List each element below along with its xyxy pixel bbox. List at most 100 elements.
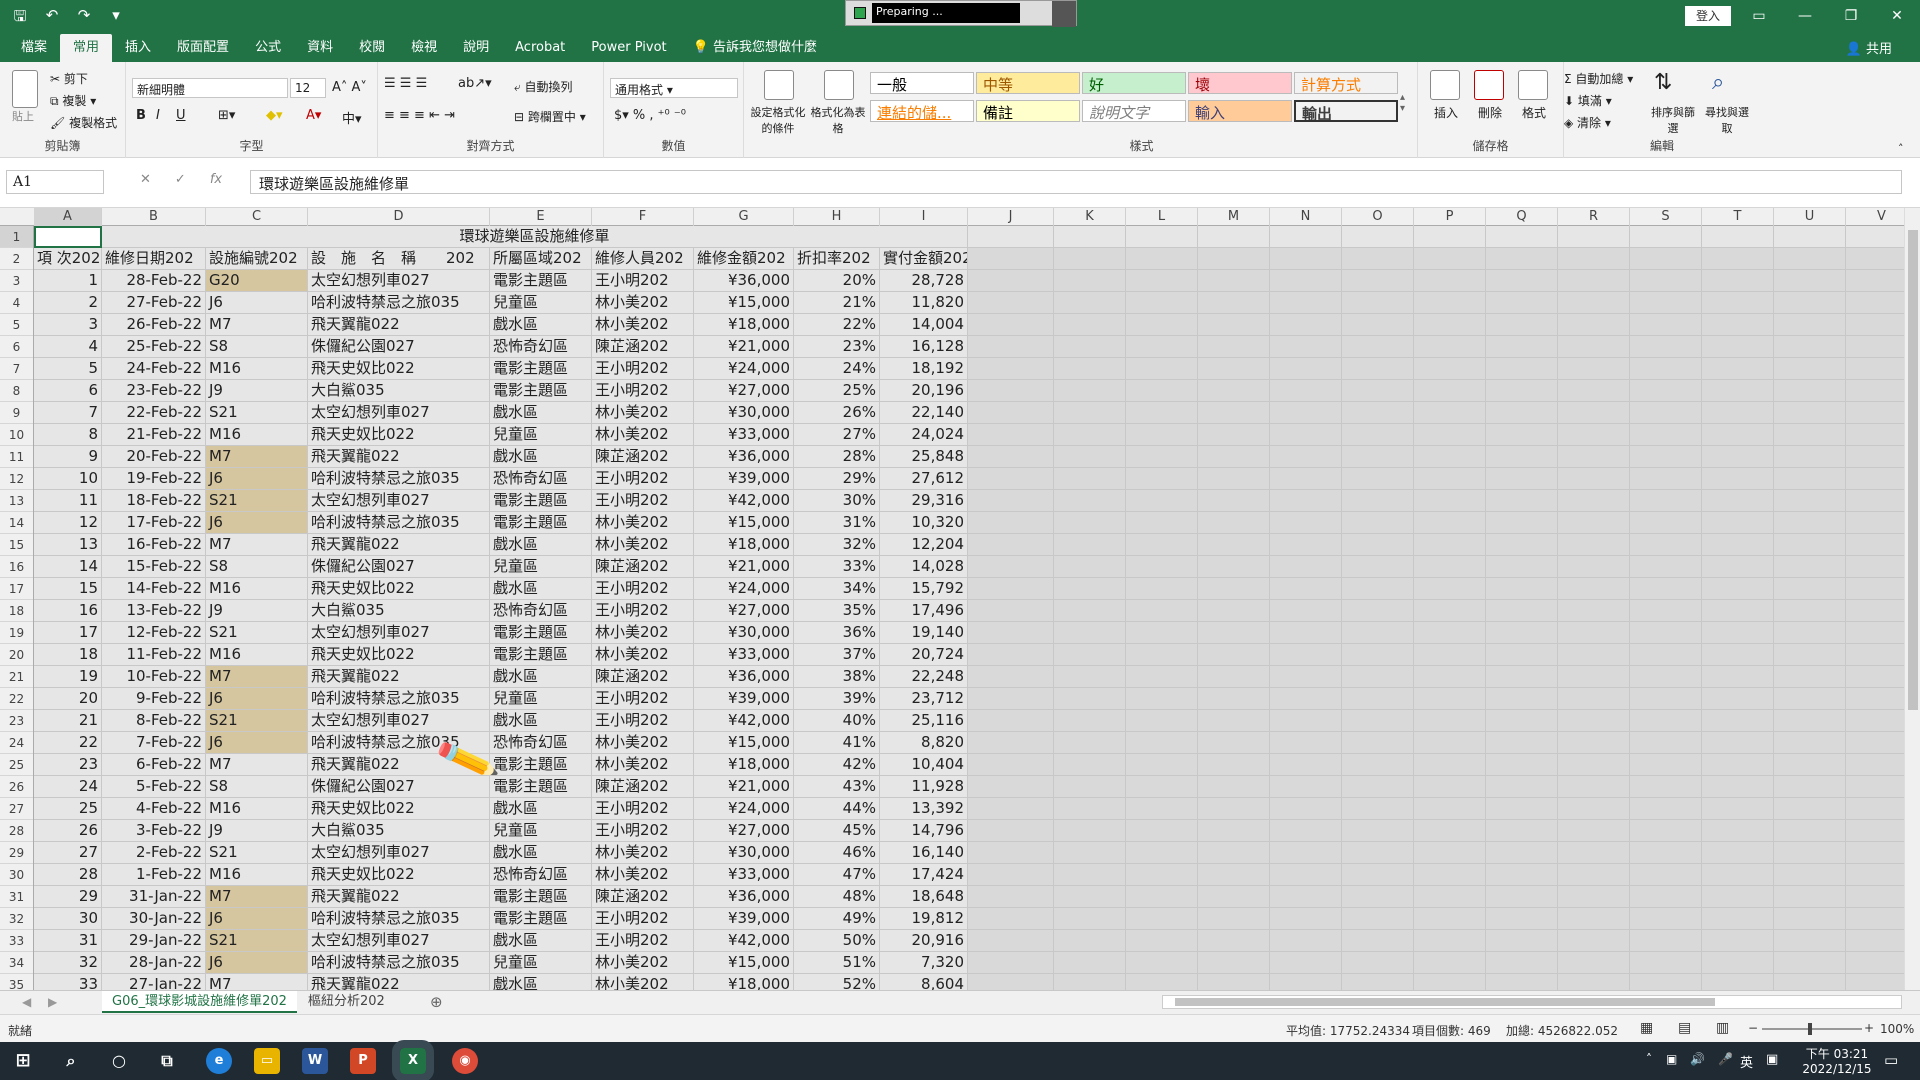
cell[interactable]	[1126, 490, 1198, 512]
cell[interactable]	[1342, 578, 1414, 600]
format-as-table-icon[interactable]	[824, 70, 854, 100]
cell[interactable]	[1414, 622, 1486, 644]
data-cell[interactable]: ¥21,000	[694, 776, 794, 798]
row-header[interactable]: 20	[0, 644, 33, 666]
data-cell[interactable]: 飛天史奴比022	[308, 644, 490, 666]
row-header[interactable]: 14	[0, 512, 33, 534]
cell[interactable]	[1486, 710, 1558, 732]
data-cell[interactable]: 44%	[794, 798, 880, 820]
cell[interactable]	[1630, 776, 1702, 798]
tab-10[interactable]: Power Pivot	[578, 34, 679, 62]
data-cell[interactable]: S21	[206, 490, 308, 512]
cell[interactable]	[1198, 358, 1270, 380]
data-cell[interactable]: 電影主題區	[490, 886, 592, 908]
cell[interactable]	[1126, 402, 1198, 424]
data-cell[interactable]: 太空幻想列車027	[308, 402, 490, 424]
data-cell[interactable]: 48%	[794, 886, 880, 908]
data-cell[interactable]: 21	[34, 710, 102, 732]
cell[interactable]	[1414, 402, 1486, 424]
cell[interactable]	[1270, 886, 1342, 908]
cell[interactable]	[1270, 424, 1342, 446]
cell-style-4[interactable]: 計算方式	[1294, 72, 1398, 94]
cell[interactable]	[1054, 534, 1126, 556]
cell[interactable]	[968, 600, 1054, 622]
data-cell[interactable]: 8	[34, 424, 102, 446]
cell[interactable]	[1558, 688, 1630, 710]
cell[interactable]	[1558, 776, 1630, 798]
data-cell[interactable]: 電影主題區	[490, 776, 592, 798]
data-cell[interactable]: 兒童區	[490, 820, 592, 842]
cell[interactable]	[1198, 732, 1270, 754]
cell[interactable]	[1054, 886, 1126, 908]
cell[interactable]	[1702, 886, 1774, 908]
cell[interactable]	[1270, 732, 1342, 754]
row-header[interactable]: 24	[0, 732, 33, 754]
gallery-more-icon[interactable]: ▴ ▾	[1400, 92, 1405, 114]
cell[interactable]	[1414, 666, 1486, 688]
orientation-icon[interactable]: ab↗▾	[458, 76, 492, 91]
row-header[interactable]: 35	[0, 974, 33, 990]
cell[interactable]	[1126, 798, 1198, 820]
cell[interactable]	[1774, 908, 1846, 930]
cell[interactable]	[968, 952, 1054, 974]
cell[interactable]	[1342, 226, 1414, 248]
next-sheet-icon[interactable]: ▶	[48, 995, 57, 1009]
cell[interactable]	[1774, 248, 1846, 270]
data-cell[interactable]: 13,392	[880, 798, 968, 820]
data-cell[interactable]: 30-Jan-22	[102, 908, 206, 930]
cell[interactable]	[1486, 622, 1558, 644]
data-cell[interactable]: 22%	[794, 314, 880, 336]
data-cell[interactable]: 29	[34, 886, 102, 908]
save-icon[interactable]: 🖫	[10, 6, 30, 31]
data-cell[interactable]: 28-Jan-22	[102, 952, 206, 974]
cell[interactable]	[1486, 534, 1558, 556]
data-cell[interactable]: 飛天翼龍022	[308, 974, 490, 990]
data-cell[interactable]: 38%	[794, 666, 880, 688]
cell[interactable]	[1630, 380, 1702, 402]
font-name-select[interactable]: 新細明體	[132, 78, 288, 98]
column-title[interactable]: 實付金額202	[880, 248, 968, 270]
cut-button[interactable]: ✂ 剪下	[50, 70, 88, 87]
data-cell[interactable]: 陳芷涵202	[592, 336, 694, 358]
data-cell[interactable]: 31	[34, 930, 102, 952]
cell[interactable]	[1270, 292, 1342, 314]
cell[interactable]	[1342, 622, 1414, 644]
collapse-ribbon-icon[interactable]: ˄	[1898, 142, 1904, 155]
data-cell[interactable]: 王小明202	[592, 490, 694, 512]
cell[interactable]	[1630, 578, 1702, 600]
enter-icon[interactable]: ✓	[175, 172, 186, 187]
data-cell[interactable]: 飛天翼龍022	[308, 314, 490, 336]
cell[interactable]	[1270, 336, 1342, 358]
cell[interactable]	[1342, 930, 1414, 952]
data-cell[interactable]: 4	[34, 336, 102, 358]
cell[interactable]	[1342, 402, 1414, 424]
insert-cells-icon[interactable]	[1430, 70, 1460, 100]
cell[interactable]	[1558, 578, 1630, 600]
data-cell[interactable]: 22,140	[880, 402, 968, 424]
data-cell[interactable]: ¥36,000	[694, 666, 794, 688]
cell[interactable]	[1558, 622, 1630, 644]
zoom-in-icon[interactable]: +	[1864, 1021, 1874, 1035]
data-cell[interactable]: 飛天翼龍022	[308, 534, 490, 556]
row-header[interactable]: 19	[0, 622, 33, 644]
cell[interactable]	[1702, 908, 1774, 930]
data-cell[interactable]: 電影主題區	[490, 490, 592, 512]
data-cell[interactable]: S21	[206, 622, 308, 644]
cell[interactable]	[1126, 864, 1198, 886]
cell[interactable]	[968, 226, 1054, 248]
data-cell[interactable]: 15	[34, 578, 102, 600]
cell[interactable]	[1486, 754, 1558, 776]
data-cell[interactable]: 29%	[794, 468, 880, 490]
cell[interactable]	[1126, 622, 1198, 644]
cell[interactable]	[1342, 732, 1414, 754]
cell[interactable]	[1774, 512, 1846, 534]
data-cell[interactable]: 10,320	[880, 512, 968, 534]
cell[interactable]	[1486, 842, 1558, 864]
cell[interactable]	[1774, 798, 1846, 820]
tab-9[interactable]: Acrobat	[502, 34, 578, 62]
cell[interactable]	[1054, 776, 1126, 798]
cell[interactable]	[1270, 644, 1342, 666]
data-cell[interactable]: ¥18,000	[694, 754, 794, 776]
cell[interactable]	[968, 292, 1054, 314]
cell[interactable]	[1558, 270, 1630, 292]
